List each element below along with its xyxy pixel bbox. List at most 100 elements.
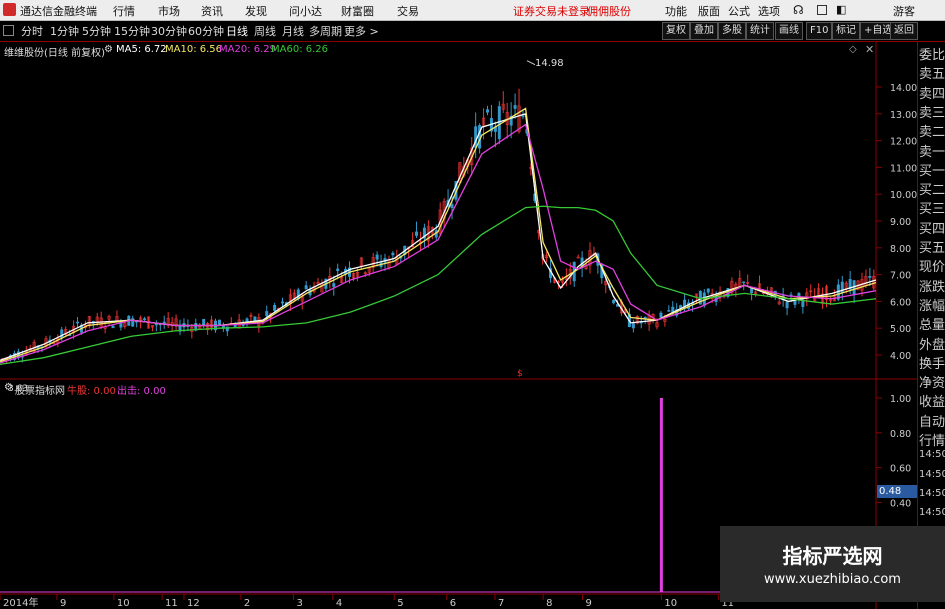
menu-options[interactable]: 选项 bbox=[758, 3, 780, 19]
candle-body bbox=[485, 109, 489, 113]
y-tick-label: 13.00 bbox=[890, 110, 917, 121]
side-panel-item: 14:50 bbox=[919, 487, 945, 499]
tab-60min[interactable]: 60分钟 bbox=[188, 23, 224, 39]
candle-body bbox=[706, 288, 710, 293]
candle-body bbox=[513, 105, 517, 109]
tab-1min[interactable]: 1分钟 bbox=[50, 23, 79, 39]
broker-name[interactable]: 佣佣股份 bbox=[587, 3, 631, 19]
ma-line-ma20 bbox=[0, 123, 877, 364]
side-panel-item: 总量 bbox=[919, 318, 945, 334]
sub-y-tick-label: 0.80 bbox=[890, 429, 911, 440]
candle-body bbox=[612, 299, 616, 304]
ma60-label: MA60: 6.26 bbox=[271, 44, 329, 55]
high-price-label: 14.98 bbox=[535, 58, 564, 69]
tab-monthly[interactable]: 月线 bbox=[282, 23, 304, 39]
menu-layout[interactable]: 版面 bbox=[698, 3, 720, 19]
tab-more[interactable]: 更多 > bbox=[344, 23, 379, 39]
candle-body bbox=[450, 204, 454, 208]
x-tick-label: 2014年 bbox=[3, 596, 38, 609]
side-panel-item: 涨幅 bbox=[919, 298, 945, 314]
high-pointer bbox=[526, 60, 536, 66]
tab-5min[interactable]: 5分钟 bbox=[82, 23, 111, 39]
y-tick-label: 12.00 bbox=[890, 137, 917, 148]
menu-formula[interactable]: 公式 bbox=[728, 3, 750, 19]
x-tick-label: 3 bbox=[296, 598, 302, 609]
candle-body bbox=[852, 280, 856, 296]
candle-body bbox=[521, 115, 525, 117]
y-tick-label: 6.00 bbox=[890, 297, 911, 308]
side-panel-item: 买三 bbox=[919, 202, 945, 218]
x-tick-label: 5 bbox=[397, 598, 403, 609]
skin-icon[interactable]: ◧ bbox=[836, 3, 846, 16]
x-tick-label: 10 bbox=[664, 598, 677, 609]
candle-body bbox=[273, 304, 277, 311]
y-tick-label: 7.00 bbox=[890, 271, 911, 282]
candle-body bbox=[659, 312, 663, 318]
tab-intraday[interactable]: 分时 bbox=[21, 23, 43, 39]
window-icon[interactable] bbox=[817, 5, 827, 15]
menu-function[interactable]: 功能 bbox=[665, 3, 687, 19]
statistics-button[interactable]: 统计 bbox=[746, 22, 774, 40]
x-tick-label: 6 bbox=[450, 598, 456, 609]
menu-market-quotes[interactable]: 行情 bbox=[113, 3, 135, 19]
candle-body bbox=[391, 252, 395, 256]
guest-label[interactable]: 游客 bbox=[893, 3, 915, 19]
y-tick-label: 14.00 bbox=[890, 83, 917, 94]
ma20-label: MA20: 6.29 bbox=[219, 44, 277, 55]
tab-30min[interactable]: 30分钟 bbox=[151, 23, 187, 39]
f10-button[interactable]: F10 bbox=[806, 22, 833, 40]
multi-stock-button[interactable]: 多股 bbox=[718, 22, 746, 40]
watermark-url: www.xuezhibiao.com bbox=[764, 572, 901, 587]
menu-discover[interactable]: 发现 bbox=[245, 3, 267, 19]
x-tick-label: 4 bbox=[336, 598, 342, 609]
layout-toggle-icon[interactable] bbox=[3, 25, 14, 36]
menu-market[interactable]: 市场 bbox=[158, 3, 180, 19]
overlay-button[interactable]: 叠加 bbox=[690, 22, 718, 40]
candle-body bbox=[281, 301, 285, 304]
watermark: 指标严选网 www.xuezhibiao.com bbox=[720, 526, 945, 602]
x-tick-label: 12 bbox=[187, 598, 200, 609]
x-tick-label: 7 bbox=[498, 598, 504, 609]
side-panel-item: 买二 bbox=[919, 183, 945, 199]
tab-daily[interactable]: 日线 bbox=[226, 23, 248, 39]
candle-body bbox=[631, 323, 635, 329]
indicator-gear-icon[interactable]: ⚙ bbox=[4, 382, 13, 393]
candle-body bbox=[801, 300, 805, 307]
menu-trade[interactable]: 交易 bbox=[397, 3, 419, 19]
side-panel-item: 卖五 bbox=[919, 67, 945, 83]
signal-bar bbox=[659, 398, 663, 592]
close-icon[interactable]: ✕ bbox=[865, 43, 874, 56]
title-bar: 通达信金融终端 行情 市场 资讯 发现 问小达 财富圈 交易 证券交易未登录 佣… bbox=[0, 0, 945, 21]
chart-area[interactable]: 14.00 13.00 12.00 11.00 10.00 9.00 8.00 7.00 6.0… bbox=[0, 42, 917, 609]
back-button[interactable]: 返回 bbox=[890, 22, 918, 40]
menu-wealth[interactable]: 财富圈 bbox=[341, 3, 374, 19]
side-panel-item: 自动 bbox=[919, 414, 945, 430]
headset-icon[interactable]: ☊ bbox=[793, 3, 804, 17]
candle-body bbox=[111, 325, 115, 329]
sub-y-tick-label: 0.60 bbox=[890, 464, 911, 475]
side-panel-item: 14:50 bbox=[919, 468, 945, 480]
sub-y-tick-label: 0.40 bbox=[890, 498, 911, 509]
side-panel-item: 委比 bbox=[919, 48, 945, 63]
side-panel-item: 现价 bbox=[919, 260, 945, 276]
candle-body bbox=[785, 301, 789, 309]
collapse-icon[interactable]: ◇ bbox=[849, 44, 857, 55]
gear-icon[interactable]: ⚙ bbox=[104, 44, 113, 55]
side-panel-item: 行情 bbox=[919, 434, 945, 449]
y-tick-label: 10.00 bbox=[890, 190, 917, 201]
side-panel-item: 换手 bbox=[919, 356, 945, 372]
menu-ask[interactable]: 问小达 bbox=[289, 3, 322, 19]
tab-multi-period[interactable]: 多周期 bbox=[309, 23, 342, 39]
tab-15min[interactable]: 15分钟 bbox=[114, 23, 150, 39]
app-logo-icon bbox=[3, 3, 16, 16]
menu-news[interactable]: 资讯 bbox=[201, 3, 223, 19]
adjust-button[interactable]: 复权 bbox=[662, 22, 690, 40]
draw-line-button[interactable]: 画线 bbox=[775, 22, 803, 40]
ma10-label: MA10: 6.56 bbox=[165, 44, 223, 55]
y-tick-label: 5.00 bbox=[890, 324, 911, 335]
tab-weekly[interactable]: 周线 bbox=[254, 23, 276, 39]
login-warning[interactable]: 证券交易未登录 bbox=[513, 3, 590, 19]
candle-body bbox=[143, 318, 147, 321]
mark-button[interactable]: 标记 bbox=[832, 22, 860, 40]
side-panel-item: 净资 bbox=[919, 376, 945, 392]
